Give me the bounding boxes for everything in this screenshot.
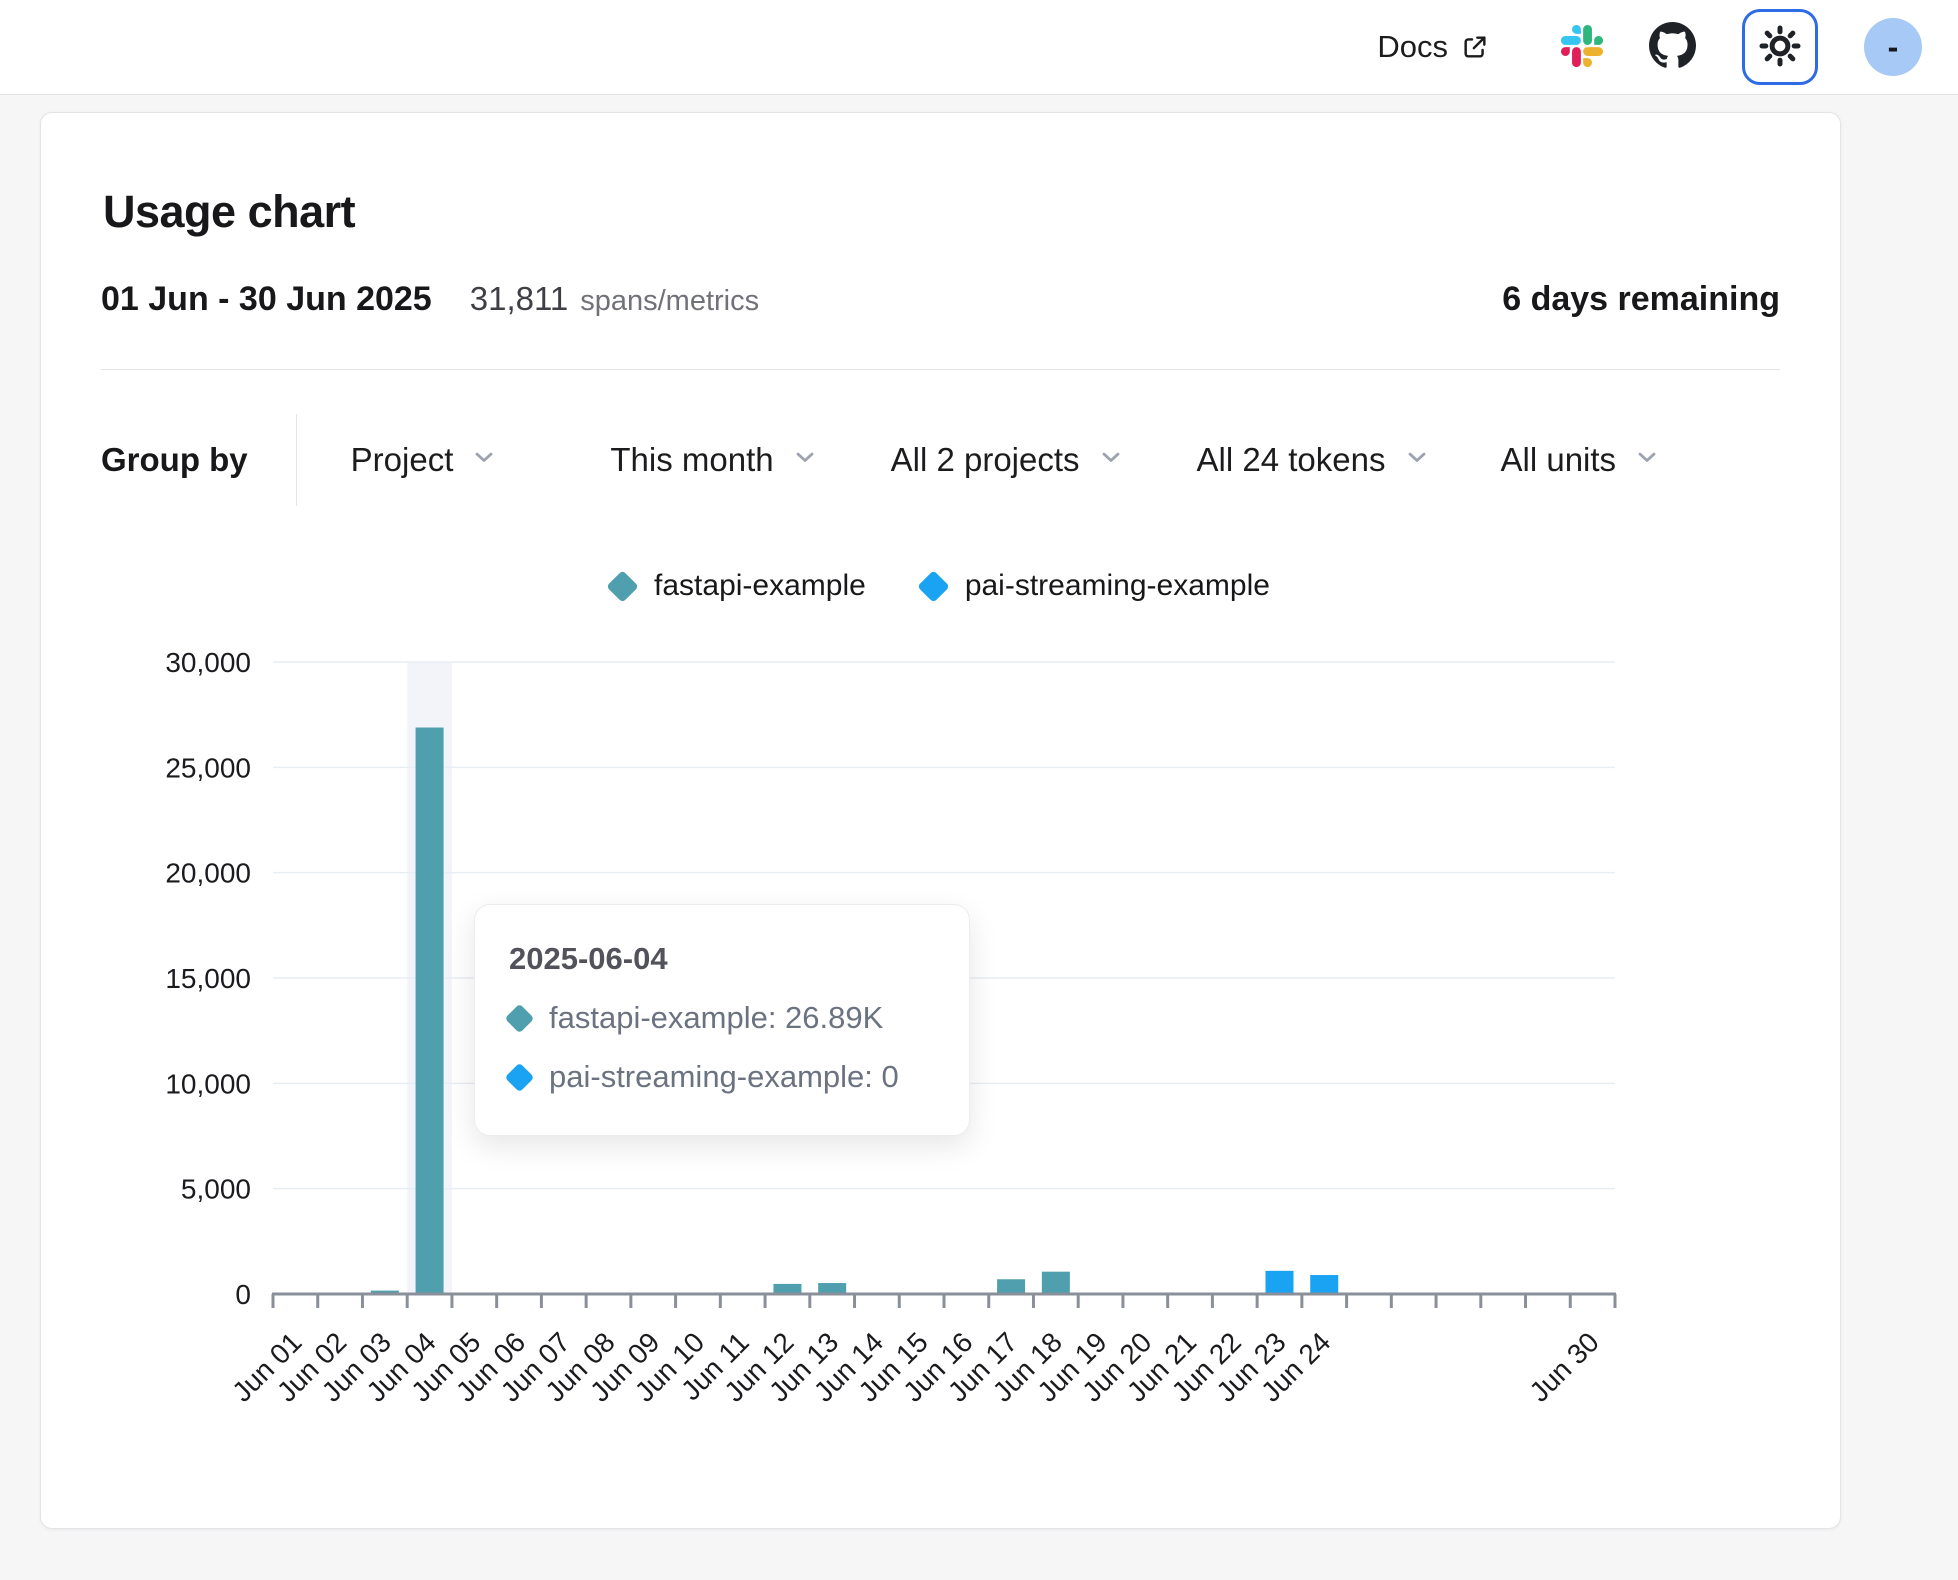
svg-text:10,000: 10,000 bbox=[165, 1068, 251, 1099]
dropdown-label: All 2 projects bbox=[891, 441, 1080, 479]
filter-dropdown-all-units[interactable]: All units bbox=[1501, 441, 1662, 479]
section-divider bbox=[101, 369, 1780, 370]
theme-toggle-button[interactable] bbox=[1742, 9, 1818, 85]
external-link-icon bbox=[1461, 33, 1489, 61]
dropdown-label: All 24 tokens bbox=[1197, 441, 1386, 479]
tooltip-row-label: fastapi-example: 26.89K bbox=[549, 1000, 883, 1036]
chevron-down-icon bbox=[791, 441, 819, 479]
total-count: 31,811 bbox=[470, 280, 568, 318]
docs-link[interactable]: Docs bbox=[1377, 29, 1489, 65]
total-unit: spans/metrics bbox=[580, 285, 759, 318]
usage-meta-row: 01 Jun - 30 Jun 2025 31,811 spans/metric… bbox=[101, 280, 1780, 319]
filter-dropdown-this-month[interactable]: This month bbox=[610, 441, 818, 479]
tooltip-row: fastapi-example: 26.89K bbox=[509, 1000, 939, 1036]
docs-link-label: Docs bbox=[1377, 29, 1448, 65]
legend-label: fastapi-example bbox=[654, 569, 866, 603]
date-range: 01 Jun - 30 Jun 2025 bbox=[101, 280, 432, 319]
tooltip-date: 2025-06-04 bbox=[509, 941, 939, 977]
filter-row: Group by Project This month All 2 projects… bbox=[101, 414, 1780, 506]
tooltip-diamond-icon bbox=[505, 1062, 535, 1092]
days-remaining: 6 days remaining bbox=[1502, 280, 1780, 319]
top-bar: Docs bbox=[0, 0, 1958, 95]
svg-text:15,000: 15,000 bbox=[165, 963, 251, 994]
tooltip-row: pai-streaming-example: 0 bbox=[509, 1059, 939, 1095]
vertical-divider bbox=[296, 414, 297, 506]
dropdown-label: All units bbox=[1501, 441, 1617, 479]
chart-tooltip: 2025-06-04 fastapi-example: 26.89K pai-st… bbox=[474, 904, 970, 1136]
legend-label: pai-streaming-example bbox=[965, 569, 1270, 603]
dropdown-label: Project bbox=[351, 441, 454, 479]
tooltip-row-label: pai-streaming-example: 0 bbox=[549, 1059, 899, 1095]
legend-diamond-icon bbox=[917, 570, 950, 603]
svg-text:Jun 30: Jun 30 bbox=[1524, 1326, 1605, 1407]
chart-area: 0 5,000 10,000 15,000 20,000 25,000 30,000 Jun … bbox=[101, 621, 1780, 1421]
chevron-down-icon bbox=[1633, 441, 1661, 479]
legend-item-pai-streaming-example[interactable]: pai-streaming-example bbox=[922, 569, 1270, 603]
svg-text:0: 0 bbox=[235, 1279, 251, 1310]
tooltip-diamond-icon bbox=[505, 1003, 535, 1033]
group-by-label: Group by bbox=[101, 441, 296, 479]
chevron-down-icon bbox=[1097, 441, 1125, 479]
chevron-down-icon bbox=[470, 441, 498, 479]
svg-text:5,000: 5,000 bbox=[181, 1174, 251, 1205]
sun-icon bbox=[1757, 23, 1803, 72]
chart-legend: fastapi-example pai-streaming-example bbox=[101, 568, 1780, 604]
legend-diamond-icon bbox=[606, 570, 639, 603]
dropdown-label: This month bbox=[610, 441, 773, 479]
usage-card: Usage chart 01 Jun - 30 Jun 2025 31,811 … bbox=[40, 112, 1841, 1529]
chevron-down-icon bbox=[1403, 441, 1431, 479]
slack-icon bbox=[1561, 25, 1603, 70]
github-icon bbox=[1649, 22, 1696, 72]
filter-dropdown-all-2-projects[interactable]: All 2 projects bbox=[891, 441, 1125, 479]
legend-item-fastapi-example[interactable]: fastapi-example bbox=[611, 569, 866, 603]
page-title: Usage chart bbox=[103, 186, 1780, 238]
filter-dropdown-project[interactable]: Project bbox=[351, 441, 499, 479]
svg-text:25,000: 25,000 bbox=[165, 752, 251, 783]
avatar-label: - bbox=[1888, 29, 1899, 66]
svg-text:30,000: 30,000 bbox=[165, 647, 251, 678]
github-button[interactable] bbox=[1649, 22, 1696, 72]
svg-text:20,000: 20,000 bbox=[165, 858, 251, 889]
slack-button[interactable] bbox=[1561, 25, 1603, 70]
user-avatar[interactable]: - bbox=[1864, 18, 1922, 76]
filter-dropdown-all-24-tokens[interactable]: All 24 tokens bbox=[1197, 441, 1431, 479]
